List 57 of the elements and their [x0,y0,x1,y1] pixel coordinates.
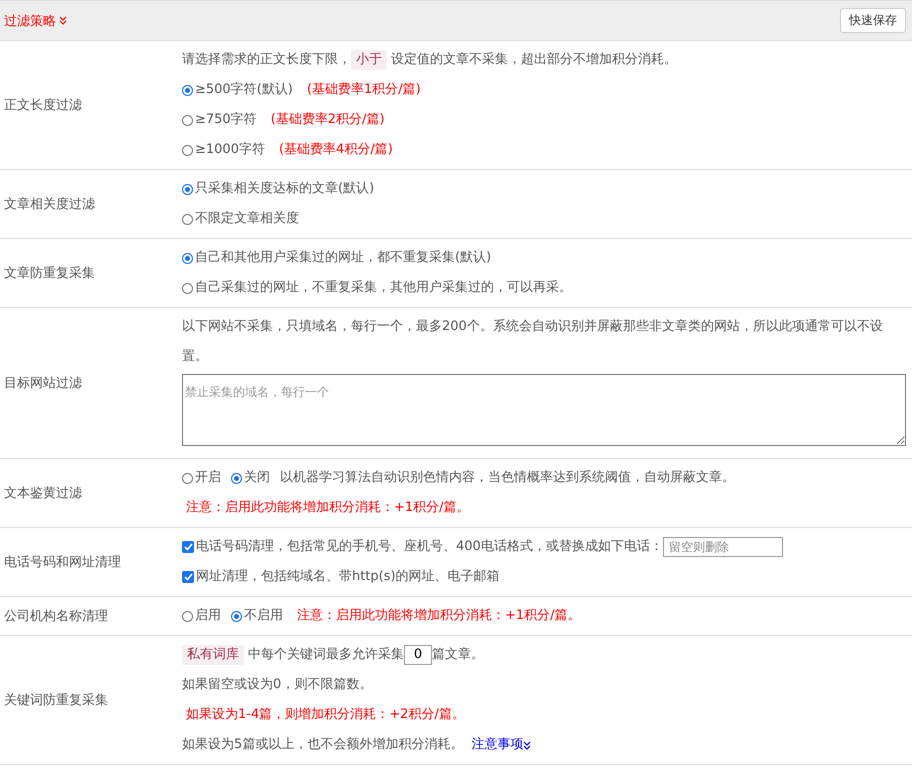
checkbox-label[interactable]: 网址清理，包括纯域名、带http(s)的网址、电子邮箱 [196,562,500,592]
description-text: 以下网站不采集，只填域名，每行一个，最多200个。系统会自动识别并屏蔽那些非文章类的网站，所以此项通常可以不设置。 [182,318,884,366]
checkbox-label[interactable]: 电话号码清理，包括常见的手机号、座机号、400电话格式，或替换成如下电话： [196,532,663,562]
notes-link[interactable]: 注意事项 [471,730,532,760]
description-text: 如果留空或设为0，则不限篇数。 [182,676,372,694]
radio-label[interactable]: 不启用 [244,601,283,631]
radio-label[interactable]: 开启 [195,463,221,493]
chevron-down-icon [523,740,532,750]
radio-label[interactable]: 自己采集过的网址，不重复采集，其他用户采集过的，可以再采。 [195,273,572,303]
description-text: 中每个关键词最多允许采集 [248,646,404,664]
checkbox[interactable] [182,571,194,583]
radio-button[interactable] [182,84,193,96]
setting-label: 公司机构名称清理 [3,608,109,625]
radio-label[interactable]: 启用 [195,601,221,631]
highlight-tag: 小于 [351,50,387,70]
checkbox[interactable] [182,541,194,553]
count-input-field[interactable]: 0 [404,645,432,665]
radio-label[interactable]: 只采集相关度达标的文章(默认) [195,174,374,204]
setting-label: 文章防重复采集 [3,265,96,282]
description-text: 篇文章。 [432,646,484,664]
description-text: 如果设为5篇或以上，也不会额外增加积分消耗。 [182,736,464,754]
warning-note: (基础费率1积分/篇) [306,81,421,99]
setting-label: 目标网站过滤 [3,375,83,392]
warning-note: 注意：启用此功能将增加积分消耗：+1积分/篇。 [297,607,581,625]
setting-label: 文本鉴黄过滤 [3,485,83,502]
radio-button[interactable] [182,114,193,126]
warning-note: (基础费率4积分/篇) [278,141,393,159]
warning-note: (基础费率2积分/篇) [270,111,385,129]
radio-button[interactable] [231,472,242,484]
radio-label[interactable]: 自己和其他用户采集过的网址，都不重复采集(默认) [195,243,492,273]
radio-label[interactable]: 关闭 [244,463,270,493]
radio-label[interactable]: 不限定文章相关度 [195,204,299,234]
radio-label[interactable]: ≥750字符 [195,105,257,135]
radio-button[interactable] [182,472,193,484]
highlight-tag: 私有词库 [182,645,244,665]
setting-label: 关键词防重复采集 [3,692,109,709]
radio-button[interactable] [182,144,193,156]
radio-button[interactable] [182,184,193,194]
radio-button[interactable] [182,282,193,294]
description-text: 设定值的文章不采集，超出部分不增加积分消耗。 [391,51,677,69]
setting-label: 正文长度过滤 [3,97,83,114]
radio-label[interactable]: ≥1000字符 [195,135,265,165]
radio-button[interactable] [182,214,193,224]
description-text: 请选择需求的正文长度下限， [182,51,351,69]
setting-label: 电话号码和网址清理 [3,554,122,571]
phone-input-field[interactable]: 留空则删除 [662,537,783,557]
radio-button[interactable] [182,610,193,622]
quick-save-button[interactable]: 快速保存 [840,8,906,33]
radio-button[interactable] [182,252,193,264]
radio-label[interactable]: ≥500字符(默认) [195,75,293,105]
warning-note: 如果设为1-4篇，则增加积分消耗：+2积分/篇。 [186,706,465,724]
setting-label: 文章相关度过滤 [3,196,96,213]
description-text: 以机器学习算法自动识别色情内容，当色情概率达到系统阈值，自动屏蔽文章。 [280,469,735,487]
chevron-down-icon [59,16,67,25]
radio-button[interactable] [231,610,242,622]
domain-textarea[interactable]: 禁止采集的域名，每行一个 [182,374,906,446]
warning-note: 注意：启用此功能将增加积分消耗：+1积分/篇。 [186,499,470,517]
